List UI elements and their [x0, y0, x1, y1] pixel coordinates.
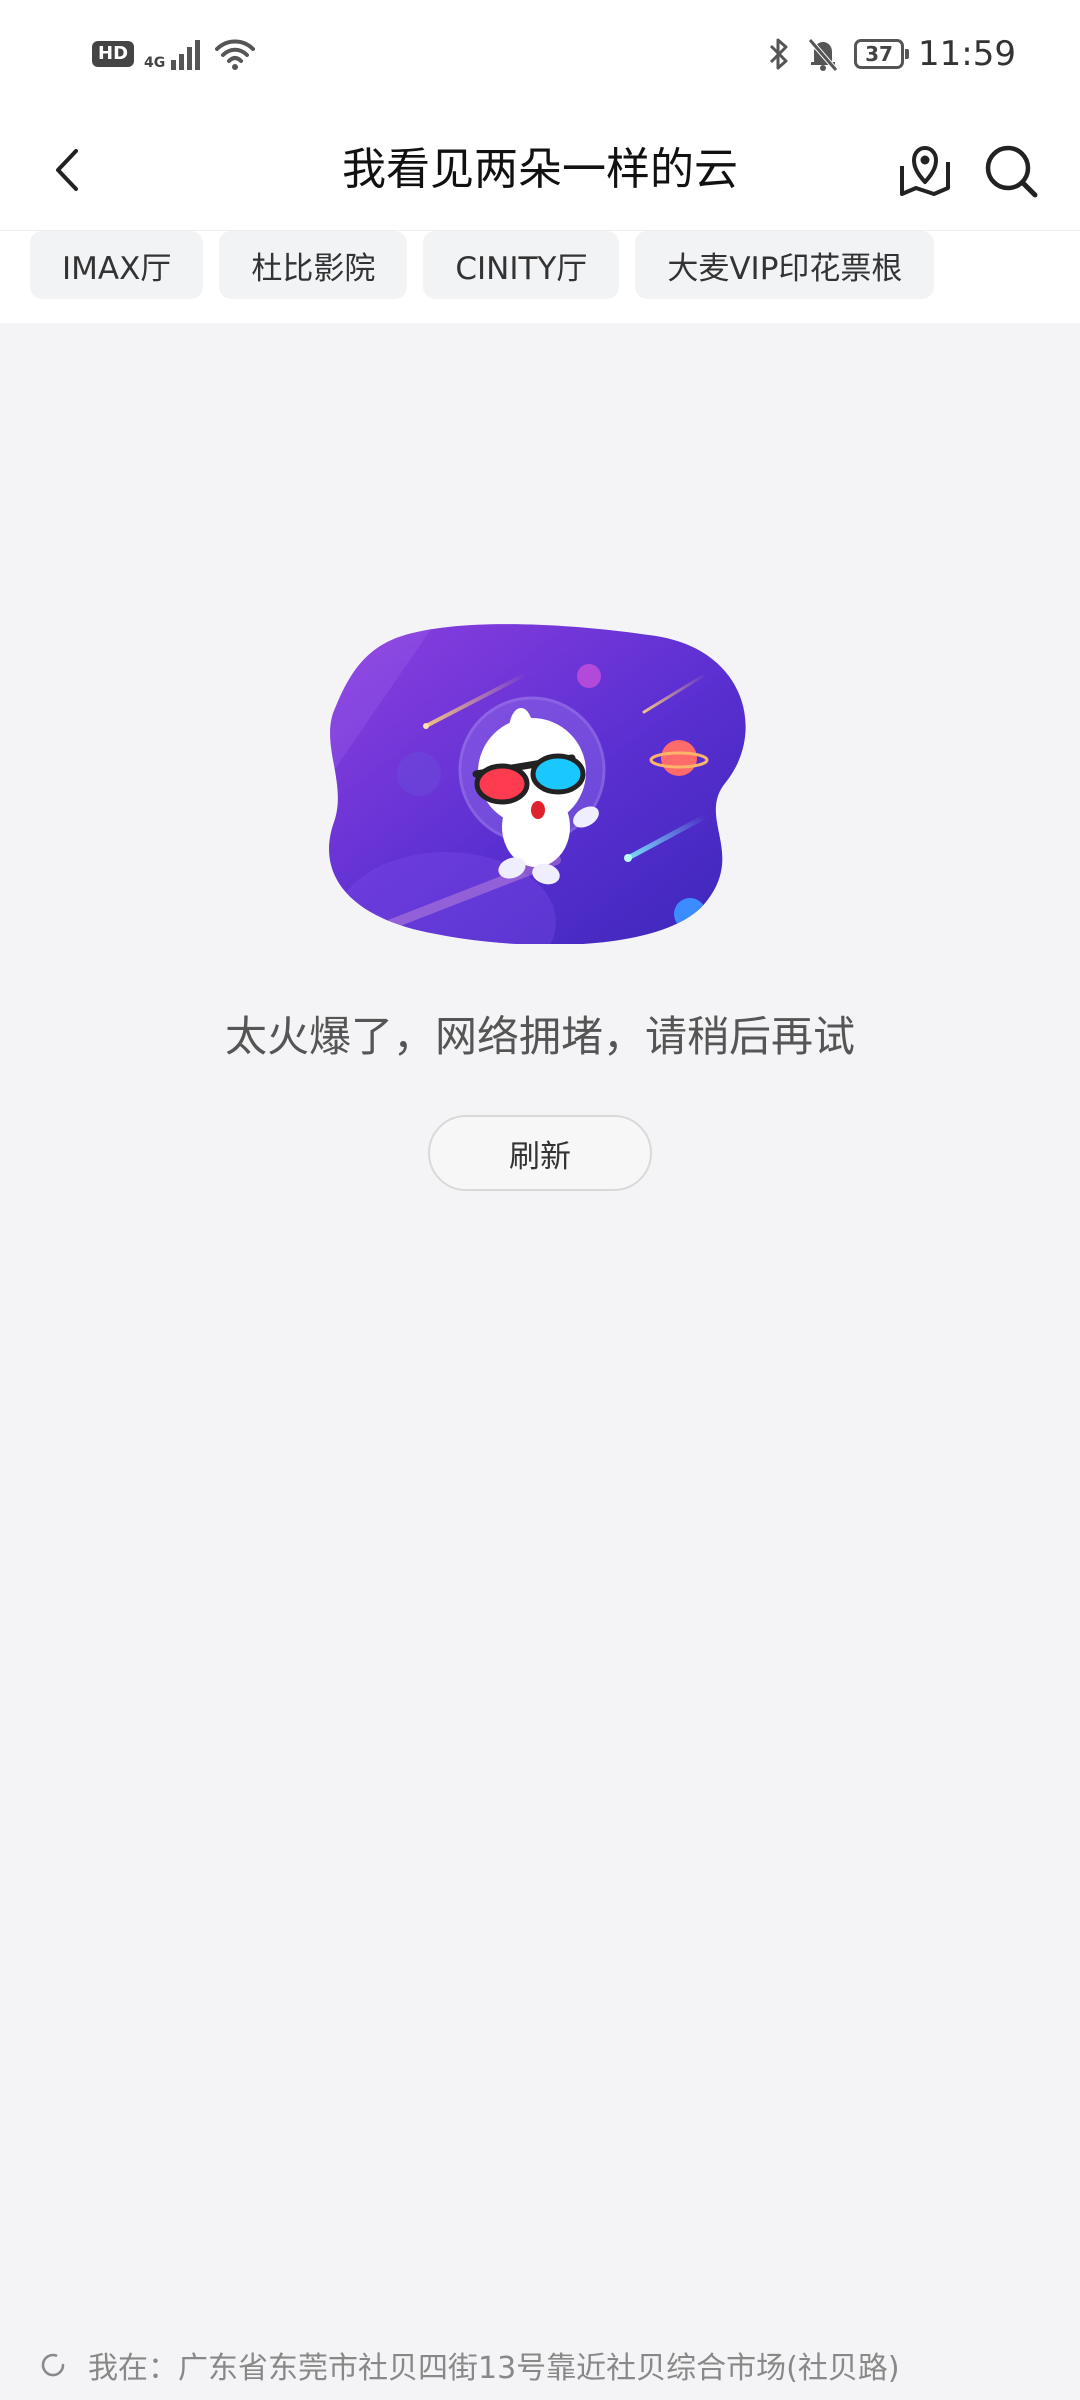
battery-icon: 37 — [854, 39, 910, 69]
app-header: 我看见两朵一样的云 — [0, 110, 1080, 231]
status-left: HD 4G — [92, 34, 256, 74]
error-message: 太火爆了，网络拥堵，请稍后再试 — [224, 1012, 855, 1061]
battery-level: 37 — [865, 42, 893, 66]
bell-off-icon — [808, 38, 838, 72]
filter-chip-cinity[interactable]: CINITY厅 — [423, 231, 620, 299]
current-location-bar[interactable]: 我在：广东省东莞市社贝四街13号靠近社贝综合市场(社贝路) — [38, 2340, 900, 2390]
bluetooth-icon — [769, 38, 788, 70]
current-location-text: 我在：广东省东莞市社贝四街13号靠近社贝综合市场(社贝路) — [88, 2351, 900, 2386]
filter-chip-dolby[interactable]: 杜比影院 — [219, 231, 408, 299]
signal-bars-icon — [171, 40, 201, 70]
filter-chip-damai-vip[interactable]: 大麦VIP印花票根 — [635, 231, 935, 299]
map-pin-icon — [900, 146, 950, 196]
network-error-illustration — [329, 624, 746, 944]
signal-group: 4G — [144, 38, 205, 70]
search-button[interactable] — [976, 136, 1046, 206]
hd-badge: HD — [92, 41, 135, 67]
filter-bar: IMAX厅 杜比影院 CINITY厅 大麦VIP印花票根 — [0, 231, 1080, 323]
status-right: 37 11:59 — [766, 30, 1016, 78]
screen: HD 4G 37 11:59 我看见两朵一样的云 IMAX厅 杜比影院 CINI… — [0, 0, 1080, 2400]
refresh-button[interactable]: 刷新 — [428, 1115, 652, 1191]
filter-chip-list: IMAX厅 杜比影院 CINITY厅 大麦VIP印花票根 — [30, 231, 935, 299]
filter-chip-imax[interactable]: IMAX厅 — [30, 231, 204, 299]
search-icon — [985, 145, 1038, 198]
refresh-location-icon — [41, 2353, 65, 2377]
clock: 11:59 — [918, 34, 1016, 74]
wifi-icon — [215, 39, 256, 70]
map-location-button[interactable] — [890, 136, 960, 206]
status-bar: HD 4G 37 11:59 — [0, 0, 1080, 110]
network-type-label: 4G — [144, 55, 166, 71]
